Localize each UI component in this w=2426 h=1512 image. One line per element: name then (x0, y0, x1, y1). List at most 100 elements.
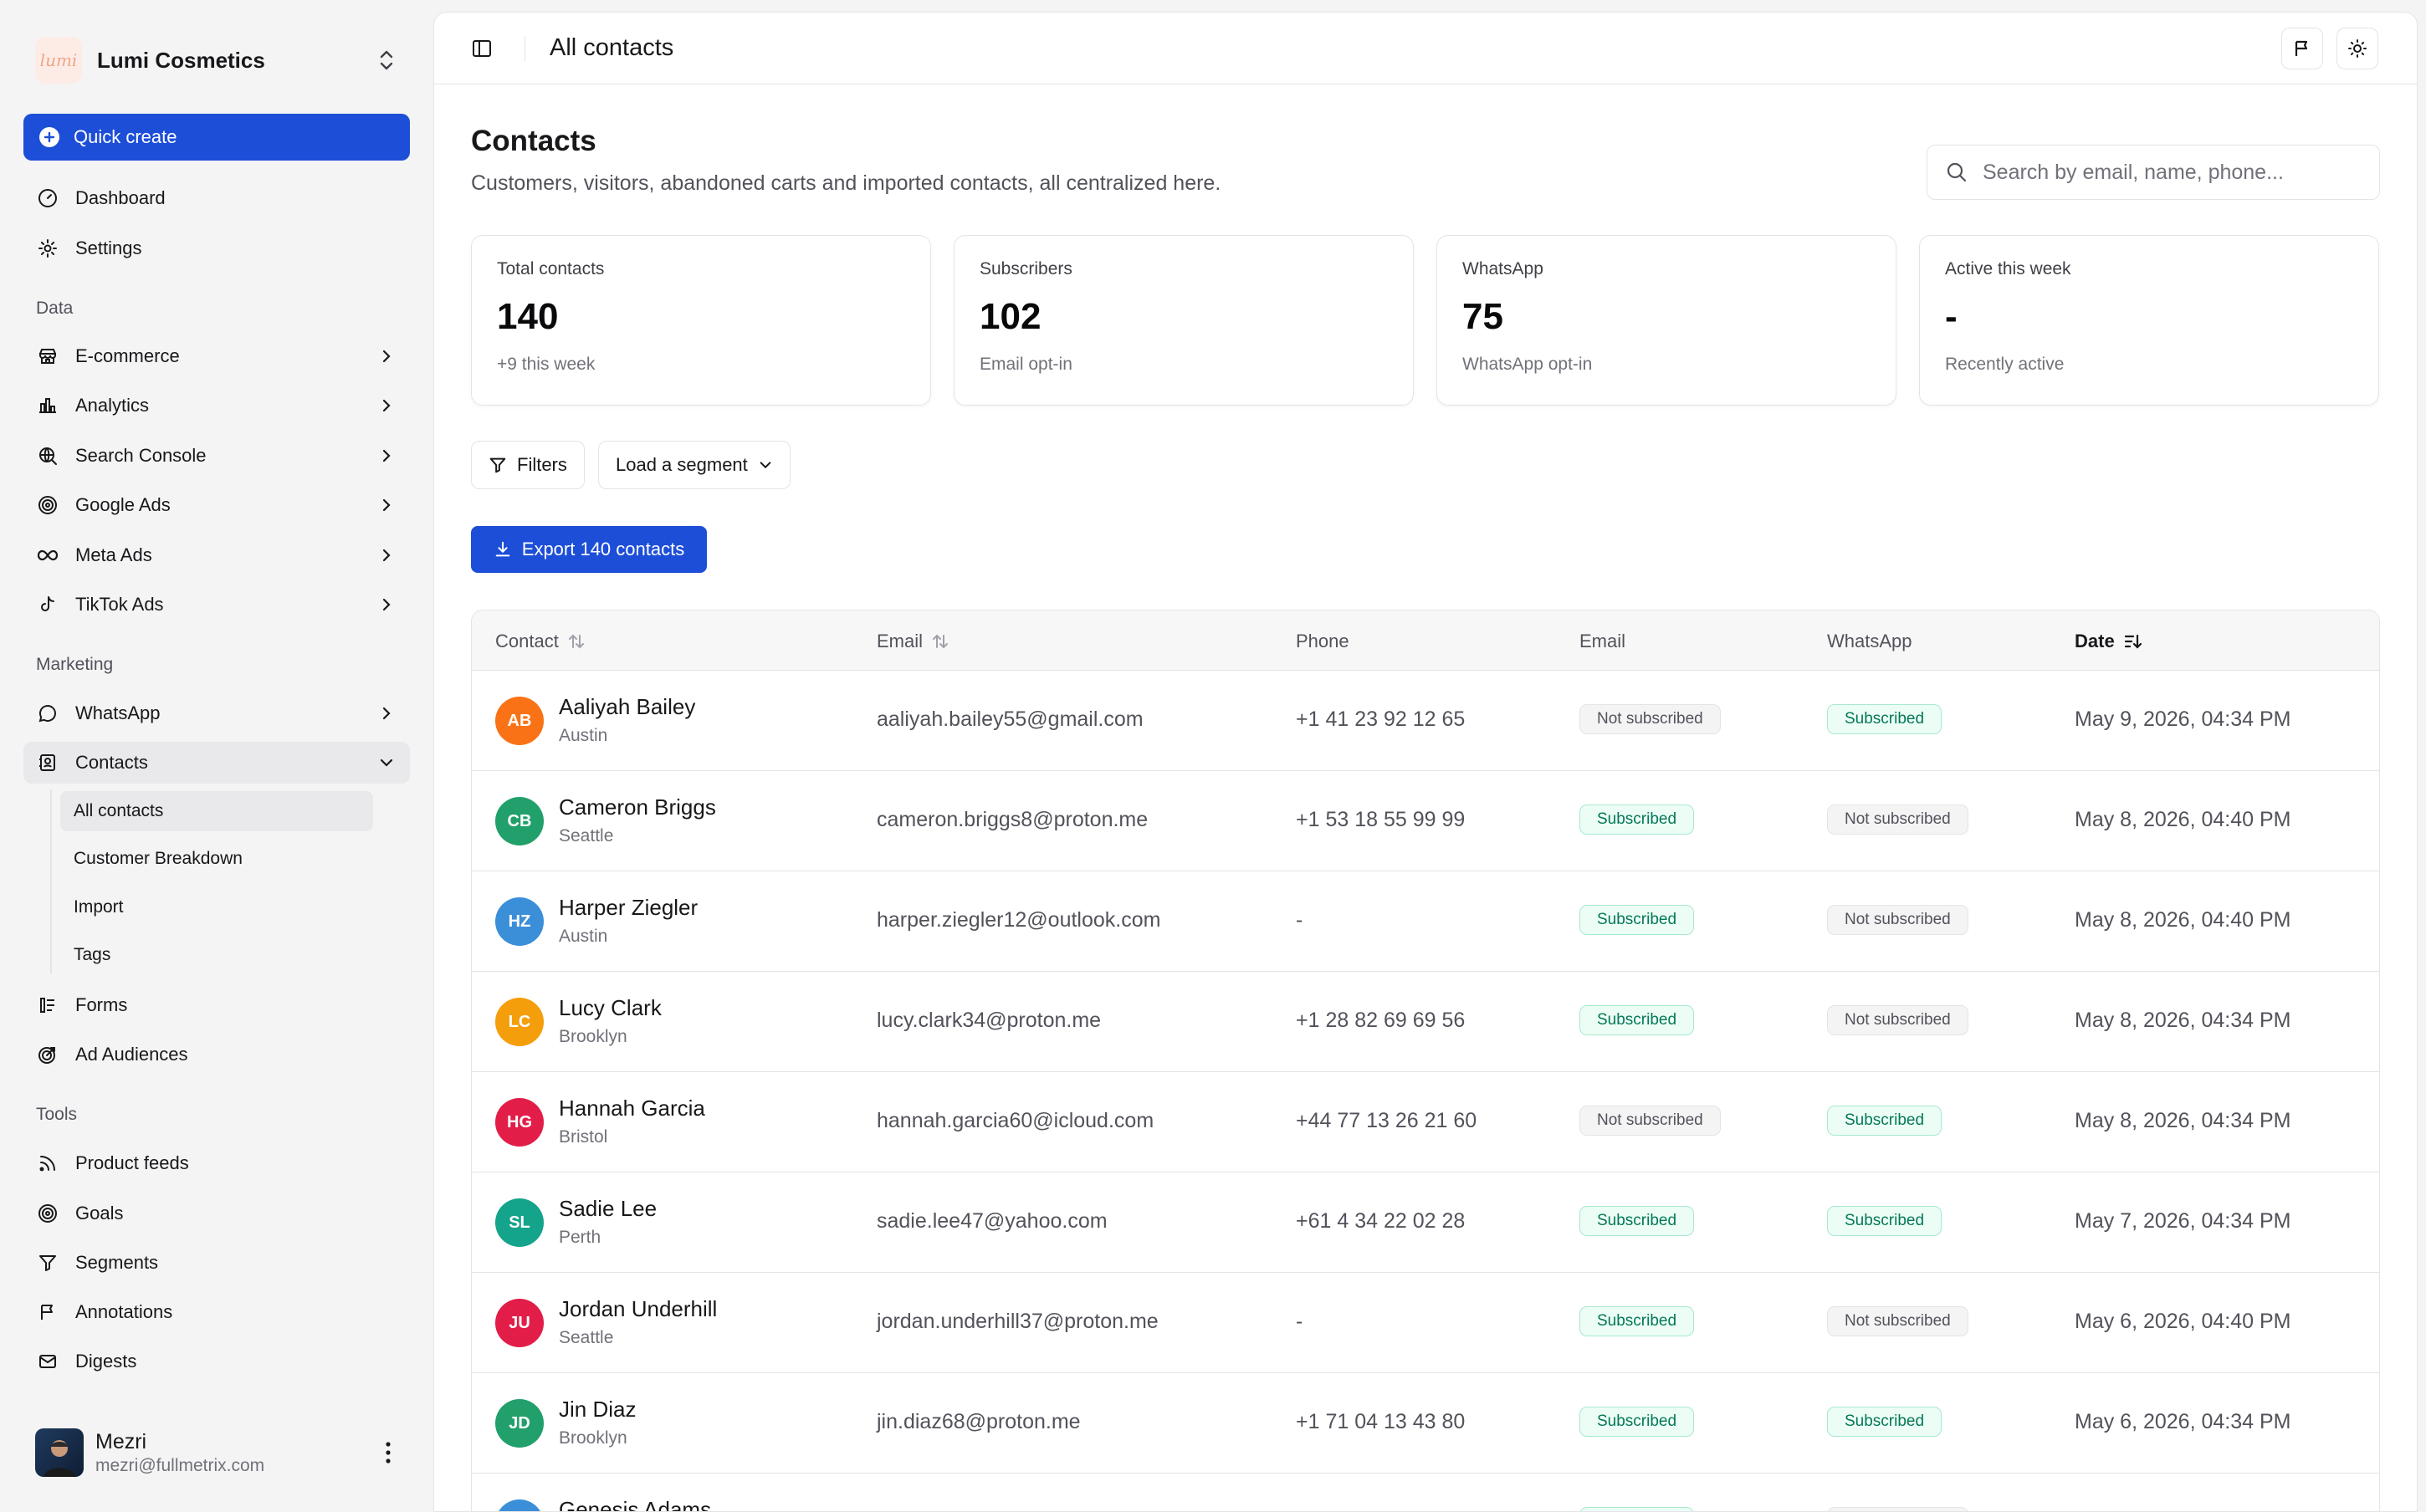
whatsapp-status-badge: Not subscribed (1827, 905, 1968, 935)
contact-city: Seattle (559, 1328, 614, 1347)
stat-card-subscribers: Subscribers 102 Email opt-in (954, 235, 1414, 406)
table-row[interactable]: AB Aaliyah Bailey Austin aaliyah.bailey55@g… (472, 671, 2379, 771)
theme-toggle-button[interactable] (2336, 28, 2378, 69)
contact-phone: +1 53 18 55 99 99 (1296, 808, 1466, 831)
search-box[interactable] (1927, 145, 2380, 200)
table-header: Contact Email Phone Email WhatsApp Date (472, 610, 2379, 671)
table-row[interactable]: CB Cameron Briggs Seattle cameron.briggs8@p… (472, 771, 2379, 871)
sidebar-item-google-ads[interactable]: Google Ads (23, 484, 410, 526)
contact-name[interactable]: Aaliyah Bailey (559, 694, 695, 720)
sidebar-subitem-tags[interactable]: Tags (60, 935, 373, 975)
contact-name[interactable]: Lucy Clark (559, 995, 662, 1021)
search-input[interactable] (1983, 160, 2351, 185)
contact-name[interactable]: Jordan Underhill (559, 1296, 717, 1322)
main-panel: All contacts Contacts Customers, visitor… (433, 12, 2418, 1512)
quick-create-button[interactable]: Quick create (23, 114, 410, 161)
sidebar-item-tiktok-ads[interactable]: TikTok Ads (23, 584, 410, 626)
load-segment-dropdown[interactable]: Load a segment (598, 441, 791, 489)
contact-date: May 6, 2026, 04:34 PM (2075, 1410, 2291, 1433)
section-label-data: Data (36, 299, 74, 318)
email-status-badge: Subscribed (1579, 1507, 1695, 1511)
sidebar-item-label: E-commerce (75, 345, 180, 366)
sidebar-item-analytics[interactable]: Analytics (23, 385, 410, 427)
quick-create-label: Quick create (74, 126, 177, 147)
section-label-tools: Tools (36, 1105, 78, 1124)
sidebar-item-ecommerce[interactable]: E-commerce (23, 335, 410, 377)
sidebar-item-contacts[interactable]: Contacts (23, 742, 410, 784)
stat-label: WhatsApp (1462, 259, 1543, 278)
contact-phone: - (1296, 908, 1303, 932)
contact-city: Austin (559, 726, 608, 745)
contact-name[interactable]: Sadie Lee (559, 1196, 657, 1222)
column-header-contact[interactable]: Contact (495, 631, 586, 652)
sidebar-item-segments[interactable]: Segments (23, 1242, 410, 1284)
target-arrow-icon (38, 1047, 55, 1064)
sidebar-toggle-icon[interactable] (471, 38, 493, 59)
contact-avatar: JU (495, 1299, 544, 1347)
contact-email: sadie.lee47@yahoo.com (877, 1209, 1108, 1233)
goal-icon (38, 1204, 57, 1223)
sidebar-subitem-import[interactable]: Import (60, 887, 373, 927)
sidebar-subitem-customer-breakdown[interactable]: Customer Breakdown (60, 839, 373, 879)
table-row[interactable]: HG Hannah Garcia Bristol hannah.garcia60@ic… (472, 1072, 2379, 1172)
sidebar-item-forms[interactable]: Forms (23, 984, 410, 1026)
sidebar-item-label: Settings (75, 238, 142, 258)
column-label: Email (877, 631, 924, 651)
column-header-email[interactable]: Email (877, 631, 949, 652)
contact-name[interactable]: Cameron Briggs (559, 794, 716, 820)
sun-icon (2348, 39, 2367, 58)
sidebar-subitem-all-contacts[interactable]: All contacts (60, 791, 373, 831)
table-row[interactable]: SL Sadie Lee Perth sadie.lee47@yahoo.com +61… (472, 1172, 2379, 1273)
more-vertical-icon[interactable] (385, 1441, 392, 1464)
chevron-right-icon (382, 598, 391, 611)
page-subtitle: Customers, visitors, abandoned carts and… (471, 171, 1221, 195)
table-row[interactable]: LC Lucy Clark Brooklyn lucy.clark34@proton.… (472, 972, 2379, 1072)
contact-phone: - (1296, 1310, 1303, 1333)
annotations-button[interactable] (2281, 28, 2323, 69)
contact-city: Perth (559, 1228, 601, 1247)
contact-name[interactable]: Harper Ziegler (559, 895, 698, 921)
sidebar-item-meta-ads[interactable]: Meta Ads (23, 534, 410, 576)
gauge-icon (38, 189, 57, 207)
table-row[interactable]: HZ Harper Ziegler Austin harper.ziegler12@o… (472, 871, 2379, 972)
sidebar-item-goals[interactable]: Goals (23, 1193, 410, 1234)
sidebar-item-whatsapp[interactable]: WhatsApp (23, 692, 410, 734)
sidebar-item-digests[interactable]: Digests (23, 1341, 410, 1382)
sidebar-item-product-feeds[interactable]: Product feeds (23, 1142, 410, 1184)
table-row[interactable]: JD Jin Diaz Brooklyn jin.diaz68@proton.me +1… (472, 1373, 2379, 1474)
search-icon (1947, 162, 1967, 182)
sidebar-item-dashboard[interactable]: Dashboard (23, 177, 410, 219)
contact-date: May 7, 2026, 04:34 PM (2075, 1209, 2291, 1233)
stat-value: 140 (497, 296, 559, 337)
form-icon (40, 998, 54, 1013)
chevron-right-icon (382, 350, 391, 363)
contact-avatar: HZ (495, 897, 544, 946)
avatar (35, 1428, 84, 1477)
download-icon (495, 541, 510, 557)
sidebar-item-label: Goals (75, 1203, 124, 1223)
sidebar-item-settings[interactable]: Settings (23, 227, 410, 269)
stat-note: Recently active (1945, 355, 2065, 374)
contact-avatar: AB (495, 697, 544, 745)
export-contacts-button[interactable]: Export 140 contacts (471, 526, 707, 573)
contact-phone: +1 71 04 13 43 80 (1296, 1410, 1466, 1433)
column-header-date[interactable]: Date (2075, 631, 2142, 652)
chevron-right-icon (382, 707, 391, 720)
workspace-switcher[interactable]: lumi Lumi Cosmetics (35, 37, 403, 84)
sidebar-item-search-console[interactable]: Search Console (23, 435, 410, 477)
sidebar-item-label: Dashboard (75, 187, 166, 208)
sidebar-item-annotations[interactable]: Annotations (23, 1291, 410, 1333)
store-icon (39, 349, 56, 364)
contact-name[interactable]: Genesis Adams (559, 1497, 711, 1511)
user-menu[interactable]: Mezri mezri@fullmetrix.com (35, 1427, 403, 1479)
filters-button[interactable]: Filters (471, 441, 585, 489)
sidebar-item-ad-audiences[interactable]: Ad Audiences (23, 1034, 410, 1075)
table-row[interactable]: GA Genesis Adams Subscribed Not subscribed (472, 1474, 2379, 1511)
table-row[interactable]: JU Jordan Underhill Seattle jordan.underhil… (472, 1273, 2379, 1373)
globe-search-icon (39, 447, 57, 465)
bar-chart-icon (39, 398, 56, 413)
chevron-down-icon (760, 462, 771, 469)
stat-value: 102 (980, 296, 1042, 337)
contact-name[interactable]: Hannah Garcia (559, 1096, 705, 1121)
contact-name[interactable]: Jin Diaz (559, 1397, 636, 1423)
